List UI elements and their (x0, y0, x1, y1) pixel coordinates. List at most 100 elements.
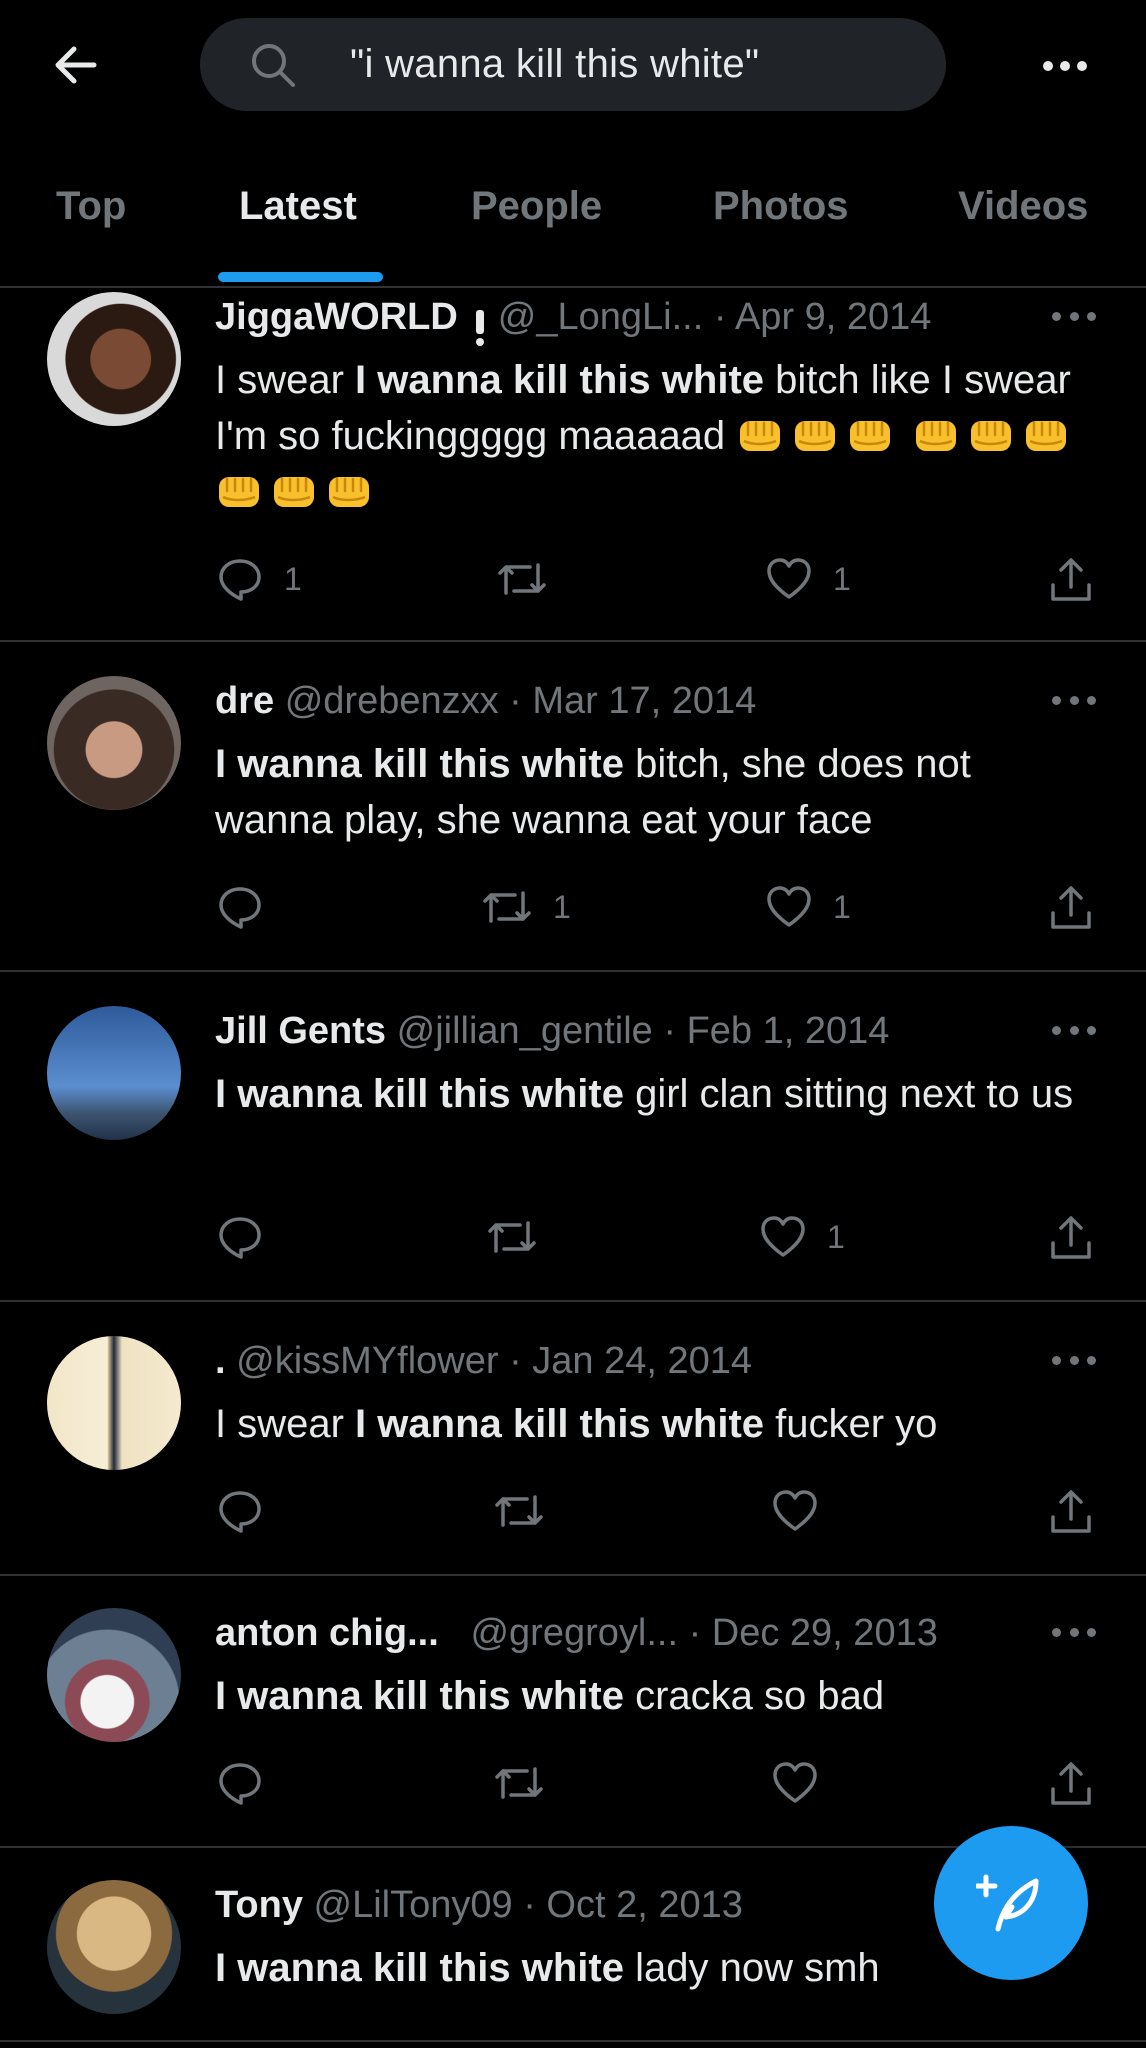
like-button[interactable]: 1 (765, 880, 851, 934)
reply-icon (219, 887, 261, 929)
oncoming-fist-emoji (795, 421, 836, 451)
like-count: 1 (827, 1218, 845, 1255)
tweet-more-button[interactable] (1052, 309, 1096, 323)
tweet-date[interactable]: · Oct 2, 2013 (523, 1884, 743, 1926)
like-button[interactable] (771, 1756, 819, 1810)
tweet-actions (0, 1484, 1146, 1538)
display-name[interactable]: anton chig... (215, 1612, 439, 1654)
tweet-actions (0, 1756, 1146, 1810)
avatar[interactable] (47, 676, 181, 810)
like-button[interactable]: 1 (759, 1210, 845, 1264)
tab-videos[interactable]: Videos (958, 184, 1088, 229)
oncoming-fist-emoji (219, 477, 259, 507)
avatar[interactable] (47, 1880, 181, 2014)
display-name[interactable]: Tony (215, 1884, 303, 1926)
share-button[interactable] (1049, 880, 1093, 934)
tweet-text: I swear I wanna kill this white fucker y… (215, 1402, 938, 1446)
handle[interactable]: @kissMYflower (236, 1340, 498, 1382)
tweet-date[interactable]: · Jan 24, 2014 (509, 1340, 752, 1382)
more-options-button[interactable] (1038, 44, 1092, 88)
tab-top[interactable]: Top (56, 184, 126, 229)
arrow-left-icon (55, 46, 97, 84)
retweet-button[interactable] (486, 1210, 558, 1264)
handle[interactable]: @LilTony09 (314, 1884, 513, 1926)
tweet-more-button[interactable] (1052, 1023, 1096, 1037)
display-name[interactable]: dre (215, 680, 274, 722)
compose-feather-icon (976, 1874, 1039, 1932)
tweet-more-button[interactable] (1052, 1353, 1096, 1367)
oncoming-fist-emoji (740, 421, 781, 451)
share-icon (1051, 1216, 1091, 1259)
tab-photos[interactable]: Photos (713, 184, 849, 229)
display-name[interactable]: Jill Gents (215, 1010, 386, 1052)
share-icon (1051, 1490, 1091, 1533)
reply-icon (219, 559, 261, 601)
retweet-button[interactable]: 1 (481, 880, 571, 934)
avatar[interactable] (47, 1608, 181, 1742)
oncoming-fist-emoji (916, 421, 957, 451)
tweet[interactable]: anton chig... @gregroyl... · Dec 29, 201… (0, 1576, 1146, 1848)
active-tab-indicator (218, 272, 383, 282)
retweet-button[interactable] (496, 552, 568, 606)
tab-people[interactable]: People (471, 184, 602, 229)
avatar[interactable] (47, 292, 181, 426)
share-button[interactable] (1049, 1210, 1093, 1264)
tweet[interactable]: . @kissMYflower · Jan 24, 2014 I swear I… (0, 1302, 1146, 1576)
tweet[interactable]: dre @drebenzxx · Mar 17, 2014 I wanna ki… (0, 642, 1146, 972)
highlighted-query: I wanna kill this white (355, 1402, 765, 1446)
handle[interactable]: @gregroyl... (470, 1612, 678, 1654)
tweet-date[interactable]: · Apr 9, 2014 (714, 296, 932, 338)
search-icon (250, 42, 296, 88)
retweet-button[interactable] (493, 1484, 545, 1538)
retweet-count: 1 (553, 888, 571, 925)
tweet[interactable]: Jill Gents @jillian_gentile · Feb 1, 201… (0, 972, 1146, 1302)
avatar[interactable] (47, 1336, 181, 1470)
share-button[interactable] (1049, 552, 1093, 606)
heart-icon (773, 1490, 817, 1531)
heart-icon (767, 886, 811, 927)
reply-count: 1 (284, 560, 302, 597)
tweet-more-button[interactable] (1052, 693, 1096, 707)
reply-button[interactable]: 1 (216, 552, 302, 606)
tweet-actions: 1 (0, 1210, 1146, 1264)
like-button[interactable]: 1 (765, 552, 851, 606)
like-button[interactable] (771, 1484, 819, 1538)
avatar[interactable] (47, 1006, 181, 1140)
reply-button[interactable] (216, 1210, 284, 1264)
oncoming-fist-emoji (274, 477, 314, 507)
share-icon (1051, 558, 1091, 601)
tweet-more-button[interactable] (1052, 1625, 1096, 1639)
tweet-actions: 1 1 (0, 552, 1146, 606)
highlighted-query: I wanna kill this white (215, 1072, 624, 1116)
share-button[interactable] (1049, 1484, 1093, 1538)
search-input[interactable]: "i wanna kill this white" (200, 18, 946, 111)
handle[interactable]: @_LongLi... (498, 296, 704, 338)
tweet-date[interactable]: · Dec 29, 2013 (689, 1612, 938, 1654)
tweet-date[interactable]: · Mar 17, 2014 (509, 680, 756, 722)
oncoming-fist-emoji (971, 421, 1012, 451)
highlighted-query: I wanna kill this white (355, 358, 765, 402)
heart-icon (767, 558, 811, 599)
retweet-button[interactable] (493, 1756, 545, 1810)
display-name[interactable]: JiggaWORLD (215, 296, 458, 338)
share-button[interactable] (1049, 1756, 1093, 1810)
tab-latest[interactable]: Latest (239, 184, 357, 229)
reply-button[interactable] (216, 1484, 264, 1538)
top-bar: "i wanna kill this white" (0, 0, 1146, 130)
compose-tweet-button[interactable] (934, 1826, 1088, 1980)
reply-button[interactable] (216, 880, 284, 934)
highlighted-query: I wanna kill this white (215, 1946, 624, 1990)
display-name[interactable]: . (215, 1340, 226, 1382)
handle[interactable]: @drebenzxx (285, 680, 499, 722)
retweet-icon (495, 1495, 543, 1527)
tweet-date[interactable]: · Feb 1, 2014 (663, 1010, 889, 1052)
handle[interactable]: @jillian_gentile (397, 1010, 653, 1052)
search-tabs: Top Latest People Photos Videos (0, 170, 1146, 288)
tweet[interactable]: JiggaWORLD! @_LongLi... · Apr 9, 2014 I s… (0, 288, 1146, 642)
oncoming-fist-emoji (850, 421, 891, 451)
search-query: "i wanna kill this white" (350, 42, 760, 86)
back-button[interactable] (40, 30, 110, 100)
tweet-text: I wanna kill this white cracka so bad (215, 1674, 885, 1718)
reply-button[interactable] (216, 1756, 264, 1810)
share-icon (1051, 1762, 1091, 1805)
